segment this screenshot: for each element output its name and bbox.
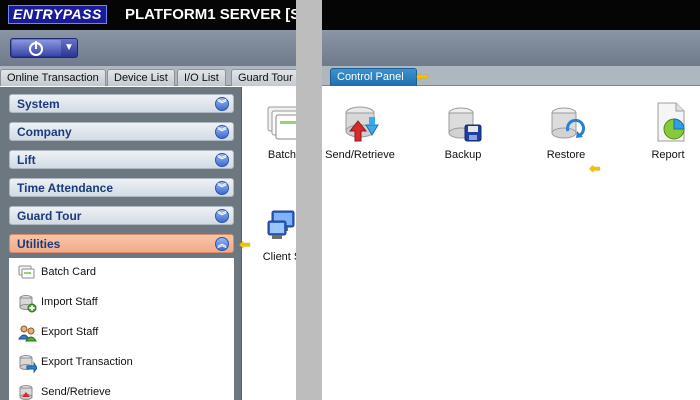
backup-icon bbox=[448, 107, 482, 142]
sidebar-section-guard-tour[interactable]: Guard Tour ︾ bbox=[9, 206, 234, 225]
utilities-item-send-retrieve[interactable]: Send/Retrieve bbox=[9, 378, 234, 400]
sidebar-section-company[interactable]: Company ︾ bbox=[9, 122, 234, 141]
utilities-item-label: Send/Retrieve bbox=[41, 386, 111, 398]
utilities-item-batch-card[interactable]: Batch Card bbox=[9, 258, 234, 288]
sidebar-section-label: Utilities bbox=[17, 237, 61, 251]
chevron-double-down-icon[interactable]: ︾ bbox=[215, 153, 229, 167]
pointer-arrow-icon: ⬅ bbox=[239, 236, 251, 252]
chevron-double-down-icon[interactable]: ︾ bbox=[215, 97, 229, 111]
screenshot-overlay-divider bbox=[296, 0, 322, 400]
panel-item-label: Backup bbox=[444, 149, 482, 161]
restore-icon bbox=[551, 107, 585, 139]
pointer-arrow-icon: ⬅ bbox=[416, 68, 428, 84]
sidebar-section-label: Time Attendance bbox=[17, 181, 114, 195]
panel-item-restore[interactable]: Restore bbox=[516, 101, 616, 171]
panel-item-report[interactable]: Report bbox=[618, 101, 700, 171]
tab-online-transaction[interactable]: Online Transaction bbox=[0, 69, 106, 86]
utilities-item-label: Batch Card bbox=[41, 266, 97, 278]
panel-item-send-retrieve[interactable]: Send/Retrieve bbox=[310, 101, 410, 171]
chevron-double-down-icon[interactable]: ︾ bbox=[215, 125, 229, 139]
toolbar: ▼ bbox=[0, 30, 700, 66]
chevron-double-up-icon[interactable]: ︽ bbox=[215, 237, 229, 251]
panel-item-label: Send/Retrieve bbox=[325, 149, 395, 161]
send-retrieve-icon bbox=[345, 106, 379, 142]
power-button-face bbox=[12, 40, 61, 56]
report-icon bbox=[657, 102, 685, 142]
panel-item-label: Restore bbox=[546, 149, 586, 161]
utilities-item-import-staff[interactable]: Import Staff bbox=[9, 288, 234, 318]
sidebar-section-label: System bbox=[17, 97, 60, 111]
utilities-item-label: Export Staff bbox=[41, 326, 99, 338]
batch-card-icon bbox=[18, 265, 35, 279]
power-icon bbox=[29, 41, 43, 56]
sidebar-section-label: Company bbox=[17, 125, 72, 139]
export-staff-icon bbox=[18, 325, 37, 342]
utilities-item-export-staff[interactable]: Export Staff bbox=[9, 318, 234, 348]
panel-item-backup[interactable]: Backup bbox=[413, 101, 513, 171]
chevron-down-icon[interactable]: ▼ bbox=[64, 42, 74, 54]
window-title: PLATFORM1 SERVER [S bbox=[125, 6, 301, 23]
send-retrieve-icon bbox=[19, 385, 33, 400]
tab-guard-tour[interactable]: Guard Tour bbox=[231, 69, 300, 86]
sidebar-section-label: Lift bbox=[17, 153, 36, 167]
sidebar-section-system[interactable]: System ︾ bbox=[9, 94, 234, 113]
utilities-item-label: Import Staff bbox=[41, 296, 98, 308]
pointer-arrow-icon: ⬅ bbox=[589, 160, 601, 176]
tab-device-list[interactable]: Device List bbox=[107, 69, 175, 86]
tab-strip: Online Transaction Device List I/O List … bbox=[0, 66, 700, 86]
chevron-double-down-icon[interactable]: ︾ bbox=[215, 181, 229, 195]
sidebar-section-time-attendance[interactable]: Time Attendance ︾ bbox=[9, 178, 234, 197]
utilities-item-export-transaction[interactable]: Export Transaction bbox=[9, 348, 234, 378]
chevron-double-down-icon[interactable]: ︾ bbox=[215, 209, 229, 223]
sidebar-section-utilities[interactable]: Utilities ︽ bbox=[9, 234, 234, 253]
export-transaction-icon bbox=[19, 355, 37, 373]
title-bar: ENTRYPASS PLATFORM1 SERVER [S bbox=[0, 0, 700, 30]
utilities-list: Batch Card Import Staff Export Staff Exp… bbox=[9, 258, 234, 400]
tab-control-panel[interactable]: Control Panel bbox=[330, 68, 417, 86]
utilities-item-label: Export Transaction bbox=[41, 356, 133, 368]
entrypass-logo: ENTRYPASS bbox=[8, 5, 107, 24]
tab-io-list[interactable]: I/O List bbox=[177, 69, 226, 86]
sidebar-section-lift[interactable]: Lift ︾ bbox=[9, 150, 234, 169]
sidebar-section-label: Guard Tour bbox=[17, 209, 82, 223]
panel-item-label: Report bbox=[651, 149, 685, 161]
power-menu-button[interactable]: ▼ bbox=[10, 38, 78, 58]
import-staff-icon bbox=[19, 295, 37, 313]
